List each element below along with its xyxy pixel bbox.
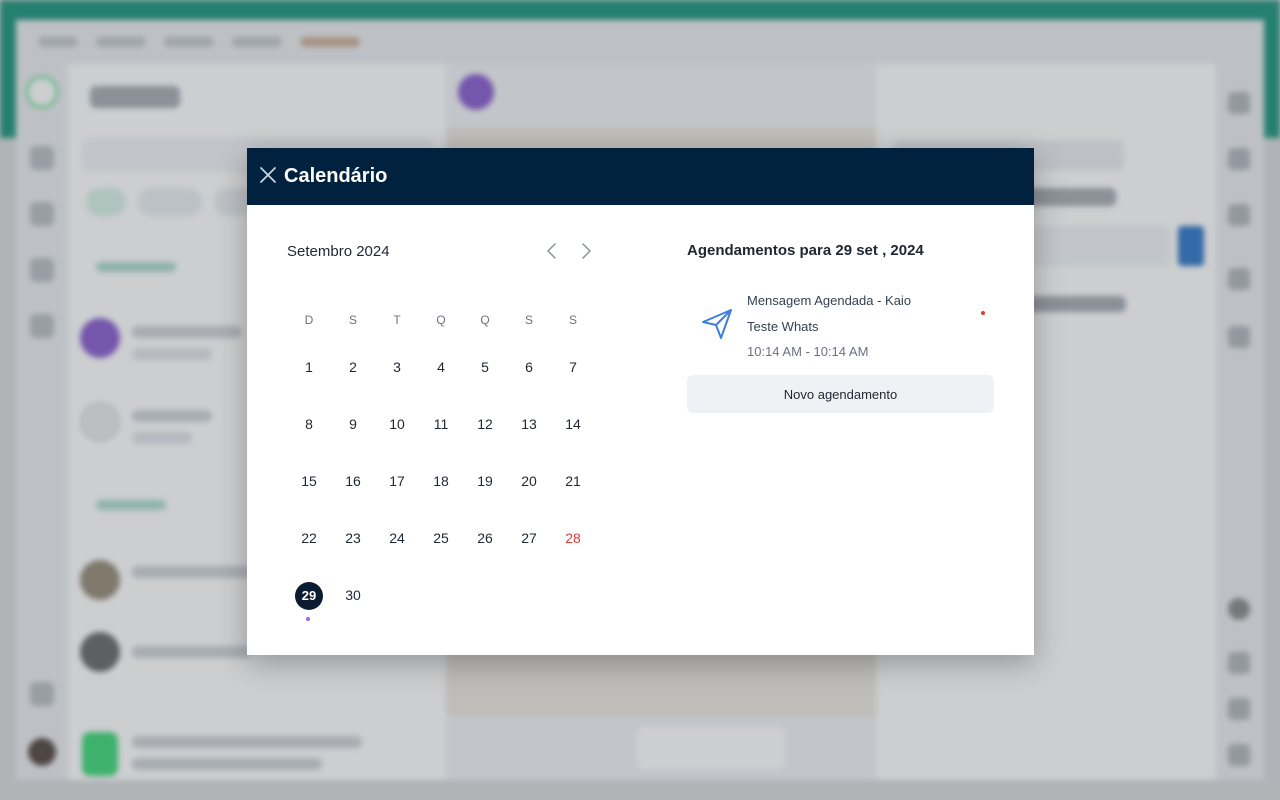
- scheduled-event[interactable]: Mensagem Agendada - Kaio Teste Whats 10:…: [687, 286, 995, 366]
- weekday-header: D: [304, 313, 314, 327]
- calendar-modal: Calendário Setembro 2024 D S T Q Q S S 1…: [247, 148, 1034, 655]
- calendar-day[interactable]: 15: [287, 463, 331, 499]
- calendar-day[interactable]: 25: [419, 520, 463, 556]
- calendar-day[interactable]: 1: [287, 349, 331, 385]
- calendar-day[interactable]: 5: [463, 349, 507, 385]
- calendar-day-selected[interactable]: 29: [287, 577, 331, 613]
- calendar-day[interactable]: 14: [551, 406, 595, 442]
- calendar-day[interactable]: 16: [331, 463, 375, 499]
- calendar-day[interactable]: 18: [419, 463, 463, 499]
- calendar-day[interactable]: 30: [331, 577, 375, 613]
- calendar-day[interactable]: 23: [331, 520, 375, 556]
- modal-header: Calendário: [247, 148, 1034, 205]
- selected-day-number: 29: [295, 582, 323, 610]
- weekday-header: Q: [480, 313, 490, 327]
- calendar-day-highlighted[interactable]: 28: [551, 520, 595, 556]
- agenda-title: Agendamentos para 29 set , 2024: [687, 242, 924, 259]
- calendar-day[interactable]: 3: [375, 349, 419, 385]
- calendar-day[interactable]: 22: [287, 520, 331, 556]
- calendar-day[interactable]: 26: [463, 520, 507, 556]
- calendar-day[interactable]: 9: [331, 406, 375, 442]
- calendar-day[interactable]: 10: [375, 406, 419, 442]
- calendar-day[interactable]: 20: [507, 463, 551, 499]
- calendar-day[interactable]: 12: [463, 406, 507, 442]
- send-icon: [702, 309, 732, 339]
- close-icon[interactable]: [257, 164, 279, 186]
- calendar-day[interactable]: 24: [375, 520, 419, 556]
- weekday-header: S: [348, 313, 357, 327]
- calendar-day[interactable]: 6: [507, 349, 551, 385]
- weekday-header: S: [568, 313, 577, 327]
- calendar-day[interactable]: 11: [419, 406, 463, 442]
- month-label: Setembro 2024: [287, 243, 390, 260]
- calendar-day[interactable]: 19: [463, 463, 507, 499]
- weekday-header: Q: [436, 313, 446, 327]
- chevron-left-icon[interactable]: [541, 240, 563, 262]
- new-schedule-button[interactable]: Novo agendamento: [687, 375, 994, 413]
- calendar-day[interactable]: 7: [551, 349, 595, 385]
- calendar-day[interactable]: 21: [551, 463, 595, 499]
- event-title: Mensagem Agendada - Kaio Teste Whats: [747, 293, 912, 334]
- event-time: 10:14 AM - 10:14 AM: [747, 344, 869, 359]
- weekday-header: S: [524, 313, 533, 327]
- calendar-day[interactable]: 27: [507, 520, 551, 556]
- chevron-right-icon[interactable]: [575, 240, 597, 262]
- calendar-day[interactable]: 17: [375, 463, 419, 499]
- event-status-dot: [981, 311, 985, 315]
- event-indicator-dot: [306, 617, 310, 621]
- calendar-day[interactable]: 8: [287, 406, 331, 442]
- weekday-header: T: [393, 313, 401, 327]
- modal-title: Calendário: [284, 165, 388, 187]
- calendar-day[interactable]: 2: [331, 349, 375, 385]
- calendar-day[interactable]: 4: [419, 349, 463, 385]
- calendar-day[interactable]: 13: [507, 406, 551, 442]
